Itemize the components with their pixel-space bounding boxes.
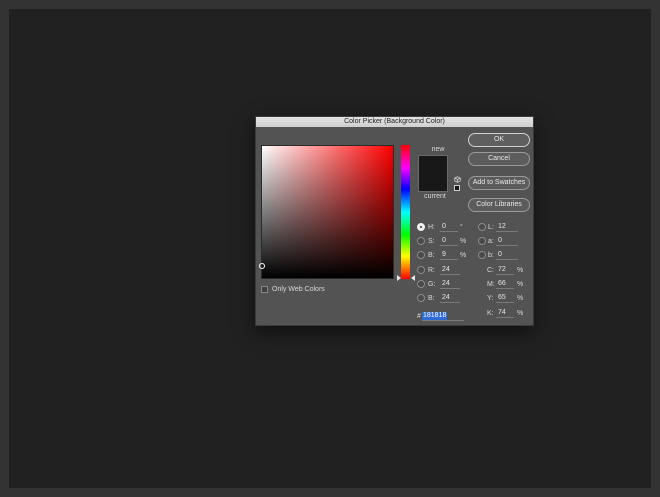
unit-h: ° <box>460 224 463 231</box>
radio-h[interactable] <box>417 223 425 231</box>
label-b-hsb: B: <box>428 252 435 259</box>
label-g: G: <box>428 281 436 288</box>
input-l[interactable]: 12 <box>496 223 518 232</box>
label-l: L: <box>488 224 494 231</box>
input-b-hsb[interactable]: 9 <box>440 251 458 260</box>
color-libraries-button[interactable]: Color Libraries <box>468 198 530 212</box>
input-a[interactable]: 0 <box>496 237 518 246</box>
radio-s[interactable] <box>417 237 425 245</box>
label-c: C: <box>487 267 494 274</box>
label-y: Y: <box>487 295 494 302</box>
radio-l[interactable] <box>478 223 486 231</box>
radio-a[interactable] <box>478 237 486 245</box>
cube-warning-icon[interactable] <box>454 176 461 183</box>
hue-slider-right-arrow[interactable] <box>411 275 415 281</box>
input-y[interactable]: 65 <box>496 294 514 303</box>
current-color-label: current <box>424 193 446 200</box>
input-r[interactable]: 24 <box>440 266 460 275</box>
ok-button[interactable]: OK <box>468 133 530 147</box>
unit-y: % <box>517 295 524 302</box>
label-a: a: <box>488 238 494 245</box>
unit-b-hsb: % <box>460 252 467 259</box>
label-s: S: <box>428 238 435 245</box>
label-b-rgb: B: <box>428 295 435 302</box>
only-web-colors-checkbox[interactable] <box>261 286 268 293</box>
input-k[interactable]: 74 <box>496 309 514 318</box>
label-k: K: <box>487 310 494 317</box>
input-s[interactable]: 0 <box>440 237 458 246</box>
label-r: R: <box>428 267 435 274</box>
cancel-button[interactable]: Cancel <box>468 152 530 166</box>
radio-r[interactable] <box>417 266 425 274</box>
input-c[interactable]: 72 <box>496 266 514 275</box>
label-b-lab: b: <box>488 252 494 259</box>
hex-value-selected: 181818 <box>422 312 448 320</box>
new-color-label: new <box>431 146 445 153</box>
unit-m: % <box>517 281 524 288</box>
color-field[interactable] <box>259 145 394 279</box>
input-b-rgb[interactable]: 24 <box>440 294 460 303</box>
only-web-colors-row[interactable]: Only Web Colors <box>261 286 325 293</box>
unit-s: % <box>460 238 467 245</box>
unit-c: % <box>517 267 524 274</box>
input-b-lab[interactable]: 0 <box>496 251 518 260</box>
radio-b-hsb[interactable] <box>417 251 425 259</box>
label-m: M: <box>487 281 495 288</box>
dialog-title: Color Picker (Background Color) <box>256 117 533 127</box>
hue-slider-left-arrow[interactable] <box>397 275 401 281</box>
new-current-swatch <box>418 155 448 192</box>
add-to-swatches-button[interactable]: Add to Swatches <box>468 176 530 190</box>
hue-slider[interactable] <box>401 145 410 279</box>
color-field-marker[interactable] <box>259 263 265 269</box>
hex-input[interactable]: 181818 <box>422 312 464 321</box>
input-m[interactable]: 66 <box>496 280 514 289</box>
label-h: H: <box>428 224 435 231</box>
hex-label: # <box>417 313 421 320</box>
input-h[interactable]: 0 <box>440 223 458 232</box>
input-g[interactable]: 24 <box>440 280 460 289</box>
color-picker-dialog: Color Picker (Background Color) Only Web… <box>255 116 534 326</box>
web-safe-swatch[interactable] <box>454 185 460 191</box>
radio-b-lab[interactable] <box>478 251 486 259</box>
only-web-colors-label: Only Web Colors <box>272 286 325 293</box>
unit-k: % <box>517 310 524 317</box>
radio-b-rgb[interactable] <box>417 294 425 302</box>
radio-g[interactable] <box>417 280 425 288</box>
